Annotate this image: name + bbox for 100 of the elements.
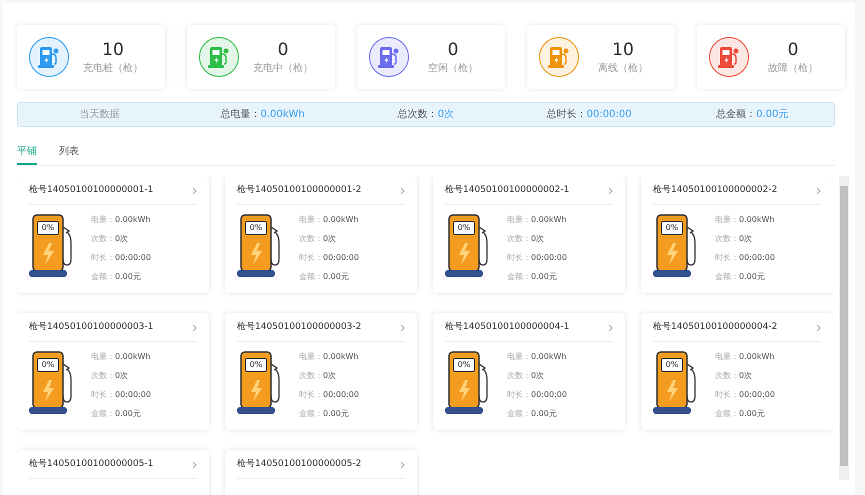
field-value: 0次 [531, 232, 544, 244]
gun-title: 枪号14050100100000001-2 [237, 184, 362, 197]
gun-title: 枪号14050100100000002-1 [445, 184, 570, 197]
gun-card[interactable]: 枪号14050100100000001-2 0% 电量：0.00kWh 次数：0次 时长：00:00:00 金额：0.00元 [225, 176, 418, 293]
field-value: 0.00kWh [739, 350, 774, 362]
gun-title: 枪号14050100100000005-2 [237, 458, 362, 471]
percentage-display: 0% [453, 358, 476, 372]
field-label: 次数： [507, 232, 532, 244]
field-value: 0.00kWh [323, 214, 358, 226]
field-label: 电量： [715, 214, 740, 226]
gun-card[interactable]: 枪号14050100100000003-1 0% 电量：0.00kWh 次数：0次 时长：00:00:00 金额：0.00元 [17, 313, 209, 430]
field-value: 00:00:00 [323, 388, 359, 400]
field-value: 0.00kWh [739, 214, 774, 226]
view-tab[interactable]: 列表 [59, 144, 79, 165]
chevron-right-icon[interactable] [608, 324, 614, 332]
field-value: 00:00:00 [531, 252, 567, 264]
field-label: 电量： [299, 214, 323, 226]
field-value: 0.00kWh [531, 350, 566, 362]
summary-label: 总时长： [546, 108, 587, 122]
field-label: 金额： [715, 408, 740, 420]
field-label: 时长： [507, 252, 532, 264]
field-label: 次数： [715, 370, 740, 382]
field-label: 时长： [299, 388, 323, 400]
gun-card[interactable]: 枪号14050100100000002-1 0% 电量：0.00kWh 次数：0次 时长：00:00:00 金额：0.00元 [433, 176, 626, 293]
summary-value: 0次 [438, 108, 454, 122]
field-label: 金额： [299, 408, 323, 420]
field-value: 0次 [323, 232, 336, 244]
field-label: 时长： [91, 252, 115, 264]
summary-value: 0.00元 [756, 108, 788, 122]
stat-value: 10 [102, 38, 124, 60]
field-value: 0.00元 [323, 408, 349, 420]
field-value: 0次 [115, 370, 128, 382]
field-label: 金额： [507, 270, 532, 282]
field-value: 0次 [531, 370, 544, 382]
gun-title: 枪号14050100100000005-1 [29, 458, 154, 471]
percentage-display: 0% [453, 220, 476, 234]
field-label: 电量： [91, 214, 115, 226]
gun-title: 枪号14050100100000004-1 [445, 321, 570, 334]
charger-icon [38, 45, 60, 69]
field-label: 金额： [91, 270, 115, 282]
chevron-right-icon[interactable] [816, 324, 822, 332]
percentage-display: 0% [661, 220, 684, 234]
field-label: 金额： [507, 408, 532, 420]
gun-title: 枪号14050100100000002-2 [653, 184, 778, 197]
chevron-right-icon[interactable] [400, 324, 406, 332]
gun-card[interactable]: 枪号14050100100000005-2 [225, 450, 418, 495]
field-label: 电量： [299, 350, 323, 362]
field-value: 0.00元 [531, 270, 557, 282]
field-value: 0.00元 [739, 408, 765, 420]
scrollbar-thumb[interactable] [840, 186, 848, 466]
field-label: 电量： [715, 350, 740, 362]
field-value: 0.00元 [739, 270, 765, 282]
percentage-display: 0% [37, 220, 59, 234]
gun-card[interactable]: 枪号14050100100000004-1 0% 电量：0.00kWh 次数：0次 时长：00:00:00 金额：0.00元 [433, 313, 626, 430]
field-label: 次数： [299, 370, 323, 382]
field-label: 次数： [507, 370, 532, 382]
field-label: 金额： [91, 408, 115, 420]
field-label: 电量： [507, 350, 532, 362]
chevron-right-icon[interactable] [192, 186, 197, 195]
chevron-right-icon[interactable] [816, 186, 822, 195]
field-label: 时长： [299, 252, 323, 264]
summary-value: 00:00:00 [586, 108, 632, 122]
field-value: 00:00:00 [323, 252, 359, 264]
field-value: 00:00:00 [739, 252, 775, 264]
field-label: 次数： [299, 232, 323, 244]
stat-label: 故障（枪） [768, 62, 818, 76]
field-value: 0.00元 [323, 270, 349, 282]
field-value: 0.00元 [531, 408, 557, 420]
field-label: 电量： [91, 350, 115, 362]
field-value: 00:00:00 [115, 388, 151, 400]
chevron-right-icon[interactable] [192, 460, 197, 469]
field-value: 0.00元 [115, 270, 141, 282]
scrollbar[interactable] [839, 176, 849, 480]
chevron-right-icon[interactable] [400, 186, 406, 195]
chevron-right-icon[interactable] [400, 460, 406, 469]
field-value: 0次 [323, 370, 336, 382]
gun-title: 枪号14050100100000004-2 [653, 321, 778, 334]
percentage-display: 0% [661, 358, 684, 372]
stat-value: 0 [448, 38, 458, 60]
gun-card[interactable]: 枪号14050100100000005-1 [17, 450, 209, 495]
field-value: 0.00kWh [115, 350, 150, 362]
stat-label: 空闲（枪） [428, 62, 478, 76]
gun-card[interactable]: 枪号14050100100000003-2 0% 电量：0.00kWh 次数：0次 时长：00:00:00 金额：0.00元 [225, 313, 418, 430]
percentage-display: 0% [37, 358, 59, 372]
charger-icon [208, 45, 230, 69]
gun-card[interactable]: 枪号14050100100000002-2 0% 电量：0.00kWh 次数：0次 时长：00:00:00 金额：0.00元 [641, 176, 834, 293]
chevron-right-icon[interactable] [608, 186, 614, 195]
gun-card[interactable]: 枪号14050100100000001-1 0% 电量：0.00kWh 次数：0次 时长：00:00:00 金额：0.00元 [17, 176, 209, 293]
summary-label: 总次数： [398, 108, 438, 122]
chevron-right-icon[interactable] [192, 324, 197, 332]
field-value: 0.00kWh [531, 214, 566, 226]
field-label: 次数： [715, 232, 740, 244]
field-label: 金额： [715, 270, 740, 282]
field-value: 0.00kWh [323, 350, 358, 362]
gun-card[interactable]: 枪号14050100100000004-2 0% 电量：0.00kWh 次数：0次 时长：00:00:00 金额：0.00元 [641, 313, 834, 430]
field-label: 时长： [507, 388, 532, 400]
field-value: 0.00元 [115, 408, 141, 420]
stat-label: 充电中（枪） [253, 62, 313, 76]
charger-icon [548, 45, 570, 69]
gun-title: 枪号14050100100000003-2 [237, 321, 362, 334]
